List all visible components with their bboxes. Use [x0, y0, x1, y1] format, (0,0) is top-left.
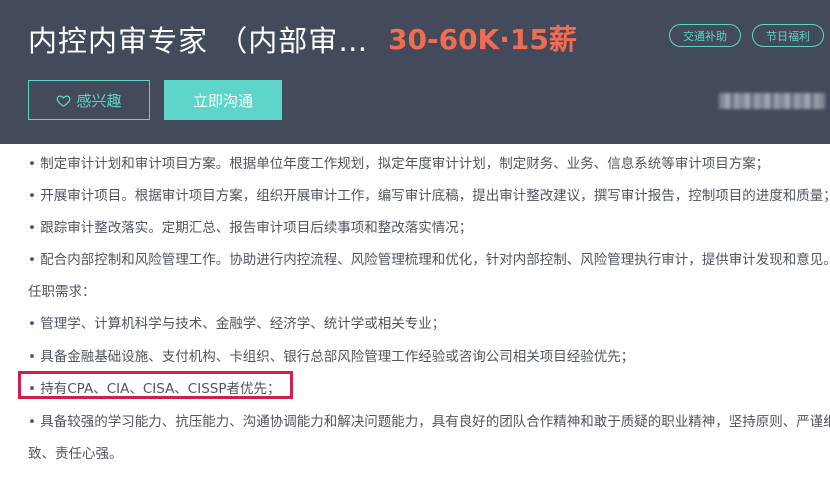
heart-icon: [56, 93, 71, 108]
requirement-item: • 具备金融基础设施、支付机构、卡组织、银行总部风险管理工作经验或咨询公司相关项…: [28, 349, 635, 365]
job-header: 内控内审专家 （内部审… 30-60K·15薪 交通补助 节日福利 感兴趣 立即…: [0, 0, 830, 144]
interest-button[interactable]: 感兴趣: [28, 80, 150, 120]
job-description: • 制定审计计划和审计项目方案。根据单位年度工作规划，拟定年度审计计划，制定财务…: [0, 144, 830, 478]
blurred-recruiter-info: [719, 93, 825, 109]
salary: 30-60K·15薪: [388, 23, 577, 56]
duty-item: • 开展审计项目。根据审计项目方案，组织开展审计工作，编写审计底稿，提出审计整改…: [28, 188, 830, 204]
requirements-heading: 任职需求：: [28, 284, 96, 300]
job-title: 内控内审专家 （内部审…: [28, 24, 369, 58]
duty-item: • 跟踪审计整改落实。定期汇总、报告审计项目后续事项和整改落实情况；: [28, 220, 473, 236]
highlight-annotation-box: [18, 371, 293, 399]
benefit-tag-transport: 交通补助: [669, 24, 741, 47]
duty-item: • 制定审计计划和审计项目方案。根据单位年度工作规划，拟定年度审计计划，制定财务…: [28, 156, 770, 172]
requirement-item-continued: 致、责任心强。: [28, 446, 123, 462]
duty-item: • 配合内部控制和风险管理工作。协助进行内控流程、风险管理梳理和优化，针对内部控…: [28, 252, 830, 268]
requirement-item: • 具备较强的学习能力、抗压能力、沟通协调能力和解决问题能力，具有良好的团队合作…: [28, 414, 830, 430]
interest-button-label: 感兴趣: [76, 91, 122, 110]
chat-now-button[interactable]: 立即沟通: [164, 80, 282, 120]
benefit-tag-holiday: 节日福利: [752, 24, 824, 47]
requirement-item: • 管理学、计算机科学与技术、金融学、经济学、统计学或相关专业；: [28, 316, 446, 332]
